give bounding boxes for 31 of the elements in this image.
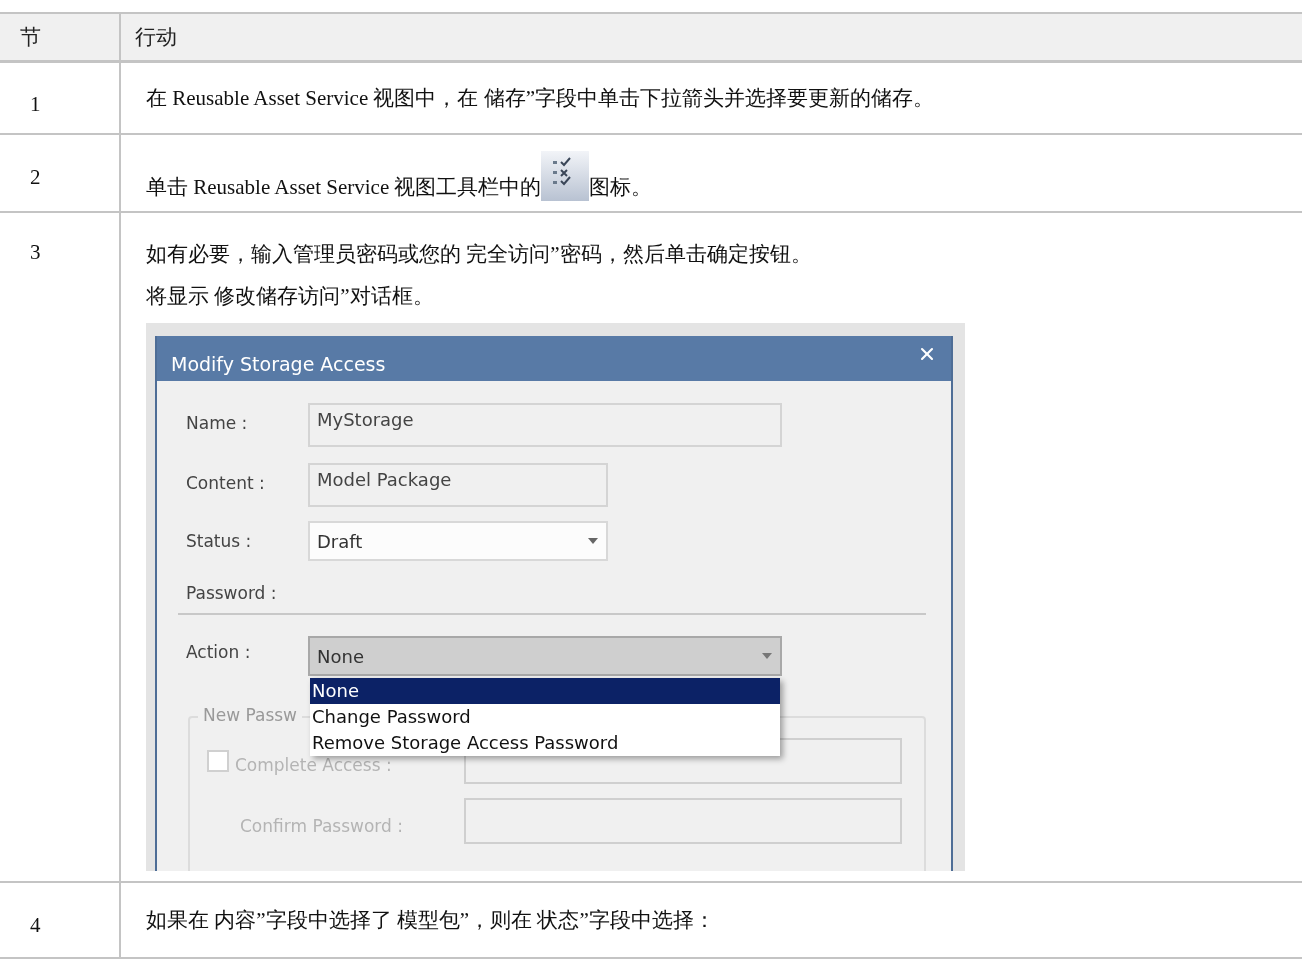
dropdown-option[interactable]: Change Password bbox=[310, 704, 780, 730]
status-select[interactable]: Draft bbox=[308, 521, 608, 561]
column-header: 节 bbox=[0, 13, 120, 62]
field-label: Confirm Password : bbox=[239, 815, 404, 836]
checklist-icon bbox=[541, 151, 590, 201]
instruction-text: 如果在 内容”字段中选择了 模型包”，则在 状态”字段中选择： bbox=[146, 907, 716, 934]
column-header: 行动 bbox=[120, 13, 1302, 62]
step-number: 1 bbox=[30, 92, 41, 117]
dropdown-option[interactable]: Remove Storage Access Password bbox=[310, 730, 780, 756]
instruction-text: 在 Reusable Asset Service 视图中，在 储存”字段中单击下拉箭头并选择要更新的储存。 bbox=[146, 85, 936, 112]
instruction-text: 如有必要，输入管理员密码或您的 完全访问”密码，然后单击确定按钮。 bbox=[146, 241, 813, 268]
action-select[interactable]: None bbox=[308, 636, 782, 676]
section-label: Password : bbox=[186, 582, 278, 603]
step-number: 4 bbox=[30, 913, 41, 938]
instruction-text: 图标。 bbox=[589, 174, 653, 201]
instruction-text: 单击 Reusable Asset Service 视图工具栏中的 bbox=[146, 174, 542, 201]
caret-icon bbox=[761, 652, 773, 660]
dropdown-option[interactable]: None bbox=[310, 678, 780, 704]
text-field[interactable]: MyStorage bbox=[308, 403, 782, 447]
field-label: Name : bbox=[186, 412, 249, 433]
instruction-text: 将显示 修改储存访问”对话框。 bbox=[146, 283, 435, 310]
field-label: Action : bbox=[186, 641, 252, 662]
step-number: 2 bbox=[30, 165, 41, 190]
checkbox-label: Complete Access : bbox=[235, 754, 392, 775]
password-field[interactable] bbox=[464, 798, 902, 844]
field-label: Status : bbox=[186, 530, 253, 551]
dialog-title: Modify Storage Access bbox=[171, 351, 386, 375]
step-number: 3 bbox=[30, 240, 41, 265]
text-field[interactable]: Model Package bbox=[308, 463, 608, 507]
field-label: Content : bbox=[186, 472, 266, 493]
caret-icon bbox=[587, 537, 599, 545]
